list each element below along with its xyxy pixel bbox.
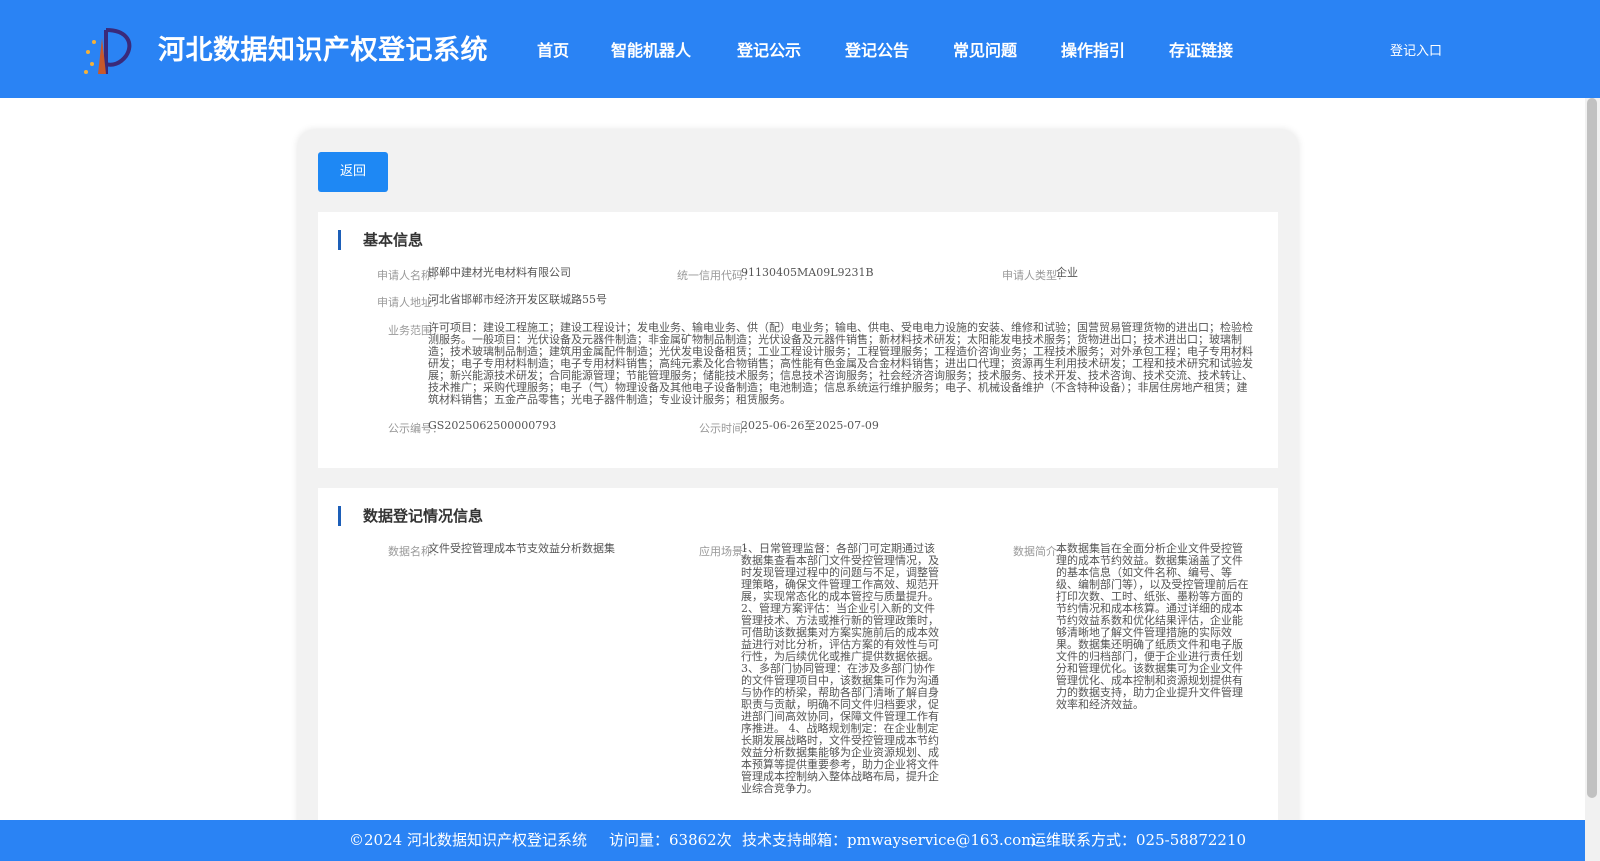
footer-phone: 运维联系方式：025-58872210 [1031, 831, 1247, 849]
nav-evidence-link[interactable]: 存证链接 [1169, 37, 1233, 61]
top-header: 河北数据知识产权登记系统 首页 智能机器人 登记公示 登记公告 常见问题 操作指… [0, 0, 1600, 98]
pub-time-value: 2025-06-26至2025-07-09 [741, 419, 879, 432]
scene-value: 1、日常管理监督：各部门可定期通过该数据集查看本部门文件受控管理情况，及时发现管… [741, 542, 939, 795]
scope-value: 许可项目：建设工程施工；建设工程设计；发电业务、输电业务、供（配）电业务；输电、… [428, 321, 1253, 406]
footer: ©2024 河北数据知识产权登记系统 访问量：63862次 技术支持邮箱：pmw… [0, 820, 1585, 861]
back-button[interactable]: 返回 [318, 152, 388, 192]
data-info-panel: 数据登记情况信息 数据名称： 文件受控管理成本节支效益分析数据集 应用场景： 1… [318, 488, 1278, 861]
footer-email: 技术支持邮箱：pmwayservice@163.com [742, 831, 1036, 849]
basic-info-panel: 基本信息 申请人名称： 邯郸中建材光电材料有限公司 统一信用代码： 911304… [318, 212, 1278, 468]
footer-copyright: ©2024 河北数据知识产权登记系统 [349, 831, 587, 849]
applicant-name-value: 邯郸中建材光电材料有限公司 [428, 266, 571, 279]
logo-icon [84, 28, 132, 74]
data-name-value: 文件受控管理成本节支效益分析数据集 [428, 542, 615, 555]
nav-robot[interactable]: 智能机器人 [611, 37, 691, 61]
scrollbar-thumb[interactable] [1587, 98, 1597, 798]
login-link[interactable]: 登记入口 [1390, 40, 1442, 59]
page-scrollbar[interactable] [1585, 98, 1600, 861]
nav-registration-announcement[interactable]: 登记公告 [845, 37, 909, 61]
nav-home[interactable]: 首页 [537, 37, 569, 61]
section-title-basic-info: 基本信息 [338, 230, 423, 250]
credit-code-value: 91130405MA09L9231B [741, 266, 874, 279]
site-title: 河北数据知识产权登记系统 [158, 35, 488, 66]
section-title-data-info: 数据登记情况信息 [338, 506, 483, 526]
intro-value: 本数据集旨在全面分析企业文件受控管理的成本节约效益。数据集涵盖了文件的基本信息（… [1056, 542, 1249, 711]
footer-visits: 访问量：63862次 [609, 831, 732, 849]
nav-registration-publicity[interactable]: 登记公示 [737, 37, 801, 61]
pub-no-value: GS2025062500000793 [428, 419, 557, 432]
nav-guide[interactable]: 操作指引 [1061, 37, 1125, 61]
address-value: 河北省邯郸市经济开发区联城路55号 [428, 293, 607, 306]
nav-faq[interactable]: 常见问题 [953, 37, 1017, 61]
applicant-type-value: 企业 [1056, 266, 1078, 279]
